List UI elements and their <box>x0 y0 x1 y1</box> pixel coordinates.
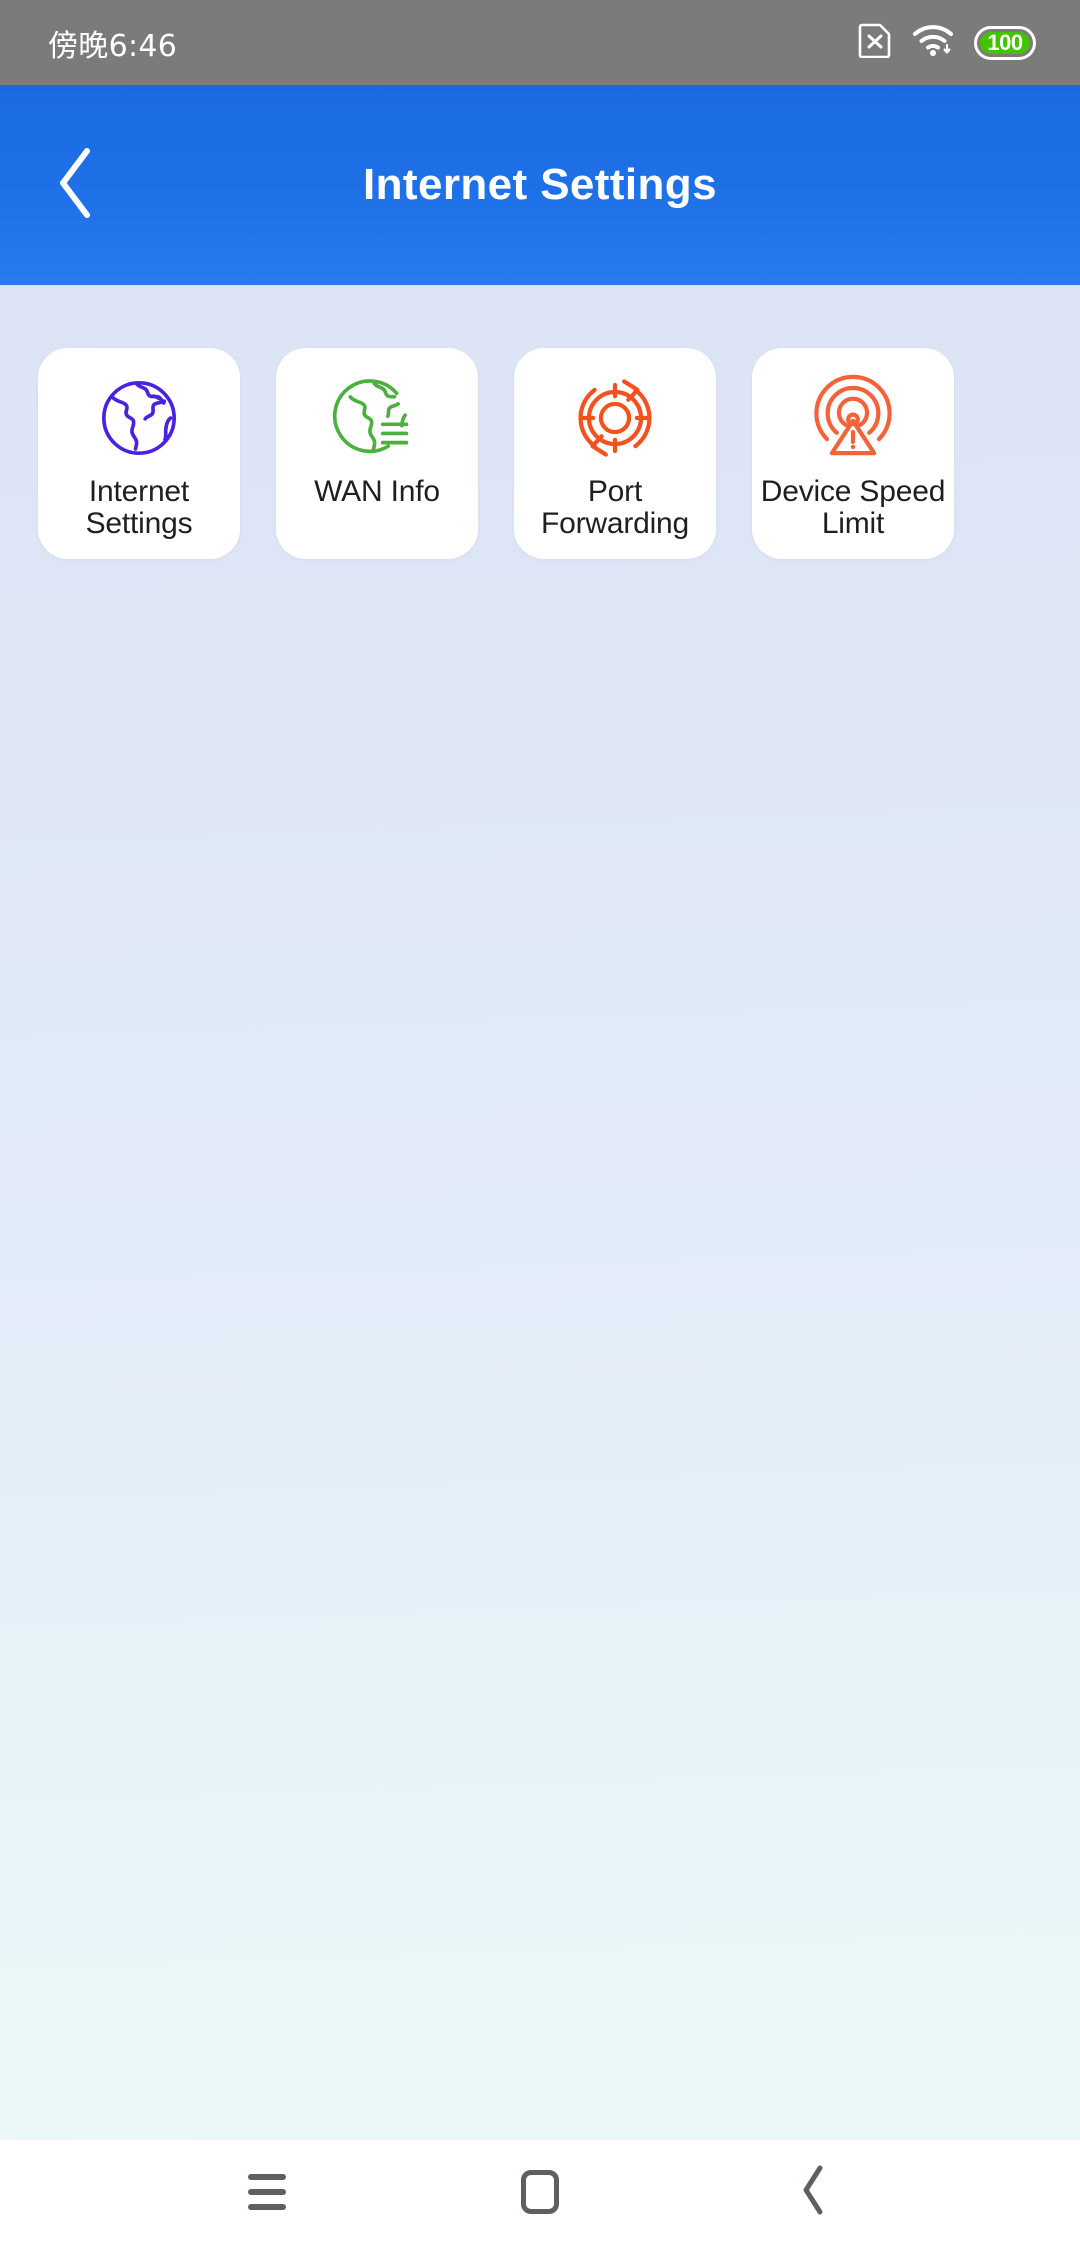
globe-document-icon <box>329 370 425 466</box>
chevron-left-icon <box>53 145 99 226</box>
status-bar-icons: 100 <box>858 22 1036 63</box>
status-bar-time: 傍晚6:46 <box>48 28 178 64</box>
globe-icon <box>91 370 187 466</box>
nav-back-button[interactable] <box>753 2140 873 2244</box>
tile-port-forwarding[interactable]: Port Forwarding <box>514 348 716 559</box>
nav-recents-button[interactable] <box>207 2140 327 2244</box>
tile-wan-info[interactable]: WAN Info <box>276 348 478 559</box>
app-header: Internet Settings <box>0 85 1080 285</box>
tile-label: Port Forwarding <box>540 475 690 541</box>
menu-icon <box>247 2174 286 2210</box>
broadcast-warning-icon <box>805 370 901 466</box>
target-refresh-icon <box>567 370 663 466</box>
chevron-left-icon <box>798 2164 828 2221</box>
wifi-icon <box>912 23 954 62</box>
tile-internet-settings[interactable]: Internet Settings <box>38 348 240 559</box>
system-navigation-bar <box>0 2140 1080 2244</box>
home-square-icon <box>520 2170 559 2214</box>
page-title: Internet Settings <box>363 160 717 209</box>
content-area: Internet Settings WAN Info Port Forwardi… <box>0 285 1080 2140</box>
tile-device-speed-limit[interactable]: Device Speed Limit <box>752 348 954 559</box>
tile-label: Internet Settings <box>85 475 193 541</box>
status-bar: 傍晚6:46 100 <box>0 0 1080 85</box>
tile-label: Device Speed Limit <box>760 475 946 541</box>
tile-label: WAN Info <box>314 475 440 508</box>
feature-tile-grid: Internet Settings WAN Info Port Forwardi… <box>0 348 1080 559</box>
battery-level-label: 100 <box>987 29 1023 55</box>
header-back-button[interactable] <box>28 137 124 233</box>
sim-card-missing-icon <box>858 22 892 63</box>
battery-status-badge: 100 <box>974 25 1036 60</box>
nav-home-button[interactable] <box>480 2140 600 2244</box>
